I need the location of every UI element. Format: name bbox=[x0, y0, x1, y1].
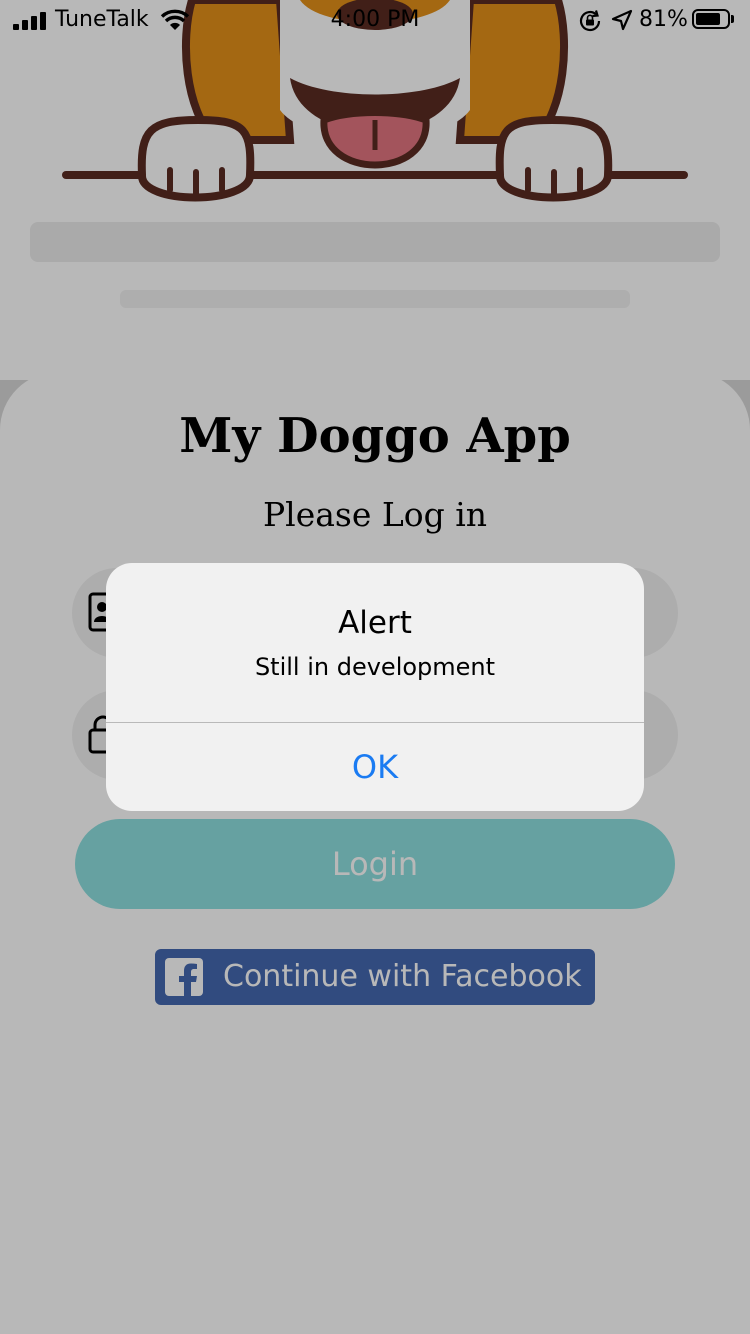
alert-dialog: Alert Still in development OK bbox=[106, 563, 644, 811]
alert-ok-button[interactable]: OK bbox=[106, 723, 644, 811]
alert-message: Still in development bbox=[254, 653, 496, 681]
status-time: 4:00 PM bbox=[330, 7, 420, 32]
battery-percent: 81% bbox=[639, 7, 688, 32]
status-bar: TuneTalk 4:00 PM 81% bbox=[0, 0, 750, 40]
location-arrow-icon bbox=[611, 9, 633, 31]
rotation-lock-icon bbox=[579, 10, 601, 32]
alert-title: Alert bbox=[338, 605, 412, 641]
battery-icon bbox=[692, 9, 734, 29]
